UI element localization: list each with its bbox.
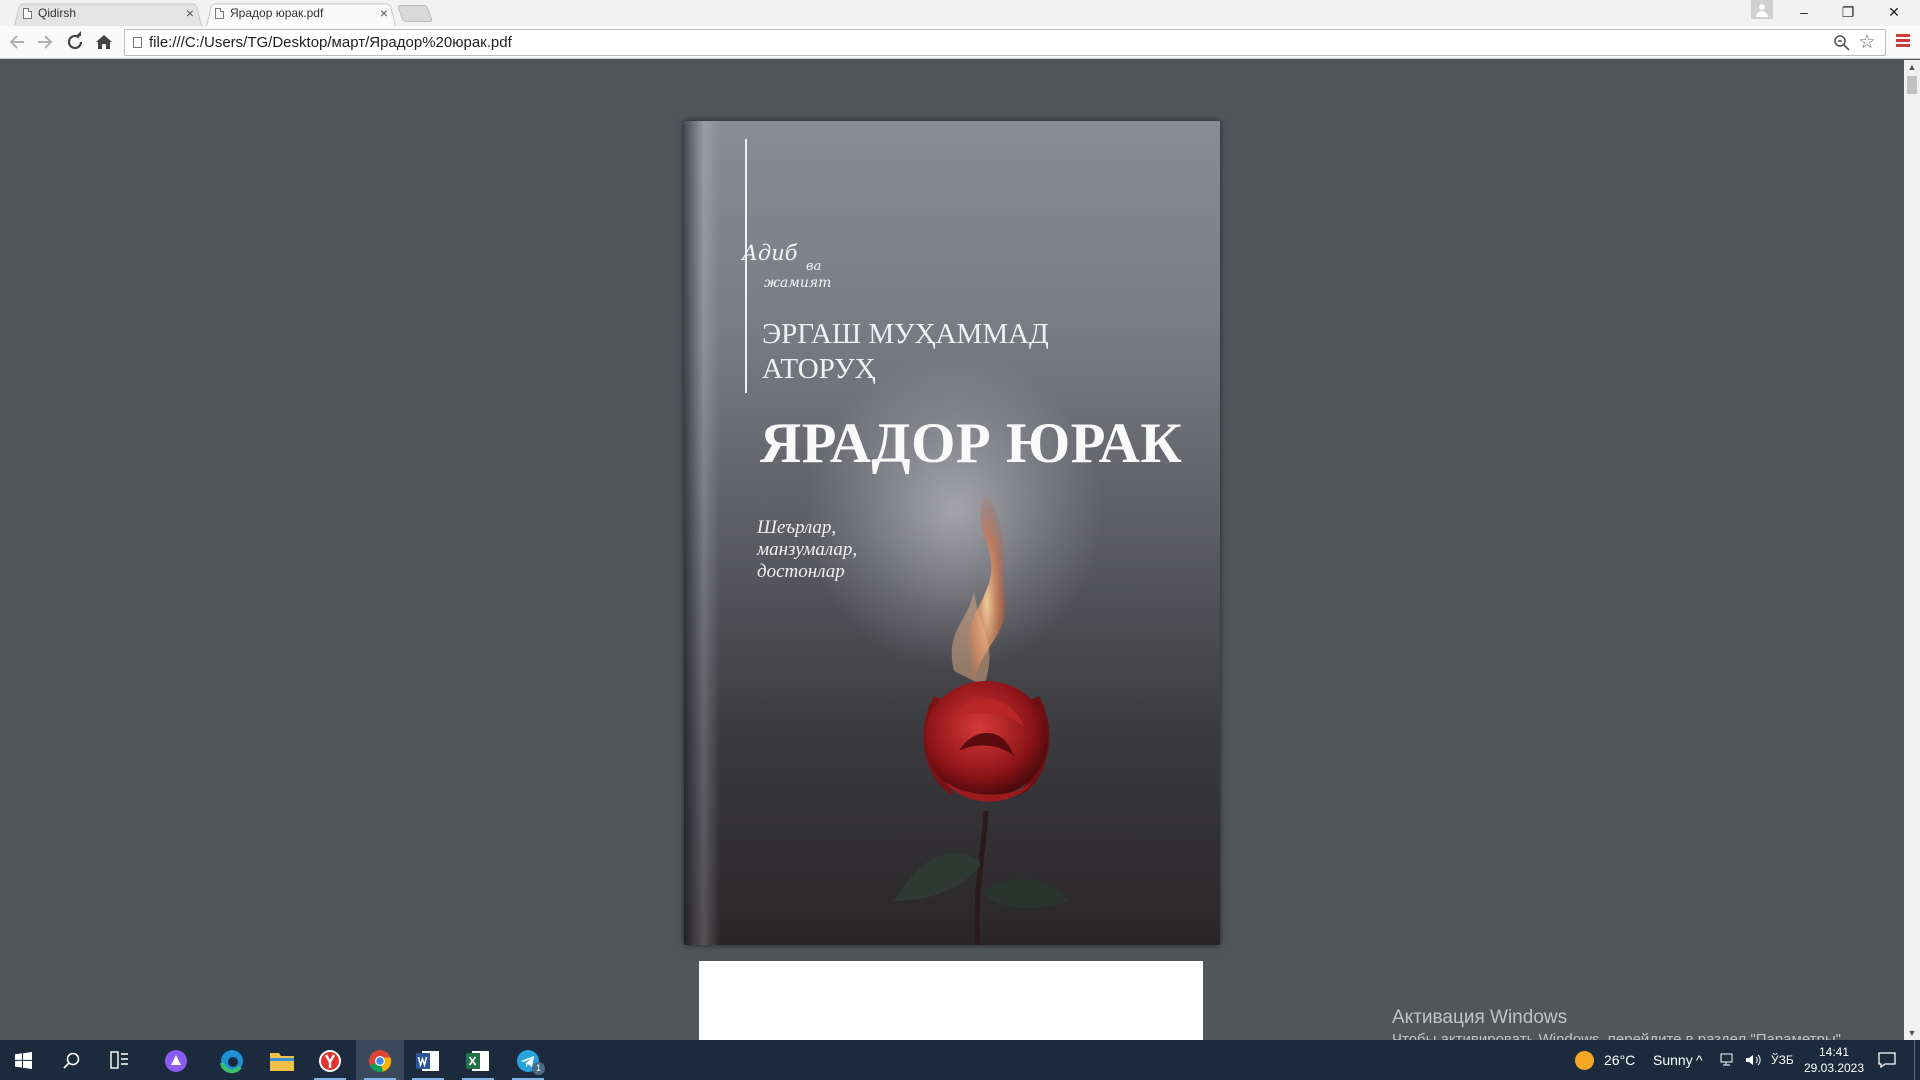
excel-button[interactable] [454,1040,502,1080]
tab-pdf-document[interactable]: Ярадор юрак.pdf × [206,2,396,26]
clock-date: 29.03.2023 [1803,1061,1865,1075]
telegram-button[interactable]: 1 [504,1040,552,1080]
browser-title-bar: Qidirsh × Ярадор юрак.pdf × – ❐ ✕ [0,0,1920,26]
reload-button[interactable] [63,30,87,54]
page-icon [215,8,224,19]
show-hidden-icons-chevron-icon[interactable]: ^ [1696,1040,1710,1080]
word-button[interactable] [404,1040,452,1080]
network-icon[interactable] [1720,1040,1738,1080]
new-tab-button[interactable] [396,5,434,22]
bookmark-star-icon[interactable]: ☆ [1857,31,1877,53]
alice-assistant-button[interactable] [152,1040,200,1080]
forward-button[interactable] [33,30,57,54]
forward-arrow-icon [38,35,53,49]
author-line2: АТОРУҲ [762,353,876,385]
task-view-icon [110,1051,128,1069]
tab-label: Ярадор юрак.pdf [230,6,324,20]
series-logo-line1: Адиб [742,241,798,265]
cover-spine [684,121,720,945]
file-explorer-button[interactable] [258,1040,306,1080]
address-input[interactable] [149,32,1809,53]
series-logo: Адиб ва жамият [742,241,852,299]
scroll-down-arrow-icon[interactable]: ▼ [1904,1026,1920,1040]
windows-activation-watermark: Активация Windows Чтобы активировать Win… [1392,1007,1845,1040]
telegram-badge: 1 [532,1062,545,1075]
back-button[interactable] [5,30,29,54]
series-logo-line2: ва [806,259,822,274]
home-button[interactable] [92,30,116,54]
book-cover-page: Адиб ва жамият ЭРГАШ МУҲАММАД АТОРУҲ ЯРА… [684,121,1220,945]
chrome-icon [369,1050,392,1073]
start-button[interactable] [0,1040,48,1080]
word-icon [416,1051,439,1071]
minimize-button[interactable]: – [1782,0,1826,26]
reload-icon [67,31,83,50]
restore-button[interactable]: ❐ [1826,0,1870,26]
weather-condition: Sunny [1653,1052,1693,1068]
home-icon [96,35,112,49]
search-icon [63,1052,80,1069]
volume-icon[interactable] [1745,1040,1763,1080]
vertical-scrollbar[interactable]: ▲ ▼ [1904,60,1920,1040]
book-author: ЭРГАШ МУҲАММАД АТОРУҲ [762,317,1182,387]
windows-taskbar: 1 26°C Sunny ^ ЎЗБ 14:41 29.03.2023 [0,1040,1920,1080]
clock-time: 14:41 [1818,1045,1850,1059]
notifications-icon[interactable] [1878,1040,1898,1080]
scroll-thumb[interactable] [1907,76,1917,94]
tab-close-icon[interactable]: × [186,2,194,25]
sun-icon [1575,1051,1594,1070]
input-language[interactable]: ЎЗБ [1771,1040,1794,1080]
tab-qidirsh[interactable]: Qidirsh × [14,2,202,26]
tab-label: Qidirsh [38,6,77,20]
yandex-browser-icon [319,1050,341,1072]
browser-toolbar: ☆ [0,26,1920,59]
show-desktop-button[interactable] [1914,1040,1915,1080]
back-arrow-icon [9,35,24,49]
menu-icon[interactable] [1896,34,1910,48]
excel-icon [466,1051,489,1071]
file-explorer-icon [270,1053,294,1071]
activation-body: Чтобы активировать Windows, перейдите в … [1392,1031,1846,1040]
scroll-up-arrow-icon[interactable]: ▲ [1904,60,1920,74]
search-button[interactable] [48,1040,96,1080]
activation-title: Активация Windows [1392,1007,1568,1028]
pdf-viewer[interactable]: Адиб ва жамият ЭРГАШ МУҲАММАД АТОРУҲ ЯРА… [0,60,1904,1040]
task-view-button[interactable] [96,1040,144,1080]
start-icon [15,1052,32,1069]
chrome-button[interactable] [356,1040,404,1080]
edge-button[interactable] [208,1040,256,1080]
page-icon [23,8,32,19]
burning-rose-illustration [894,491,1069,945]
yandex-browser-button[interactable] [306,1040,354,1080]
page-icon [133,37,142,48]
profile-avatar-icon[interactable] [1751,0,1773,19]
book-title: ЯРАДОР ЮРАК [760,412,1183,475]
alice-icon [165,1050,187,1072]
author-line1: ЭРГАШ МУҲАММАД [762,318,1049,350]
series-logo-line3: жамият [764,275,832,291]
address-bar[interactable]: ☆ [124,29,1886,56]
close-window-button[interactable]: ✕ [1872,0,1916,26]
next-pdf-page [699,961,1203,1040]
tab-close-icon[interactable]: × [380,2,388,25]
zoom-icon[interactable] [1833,34,1851,52]
edge-icon [220,1050,243,1074]
weather-temp: 26°C [1604,1052,1636,1068]
system-clock[interactable]: 14:41 29.03.2023 [1798,1044,1870,1076]
